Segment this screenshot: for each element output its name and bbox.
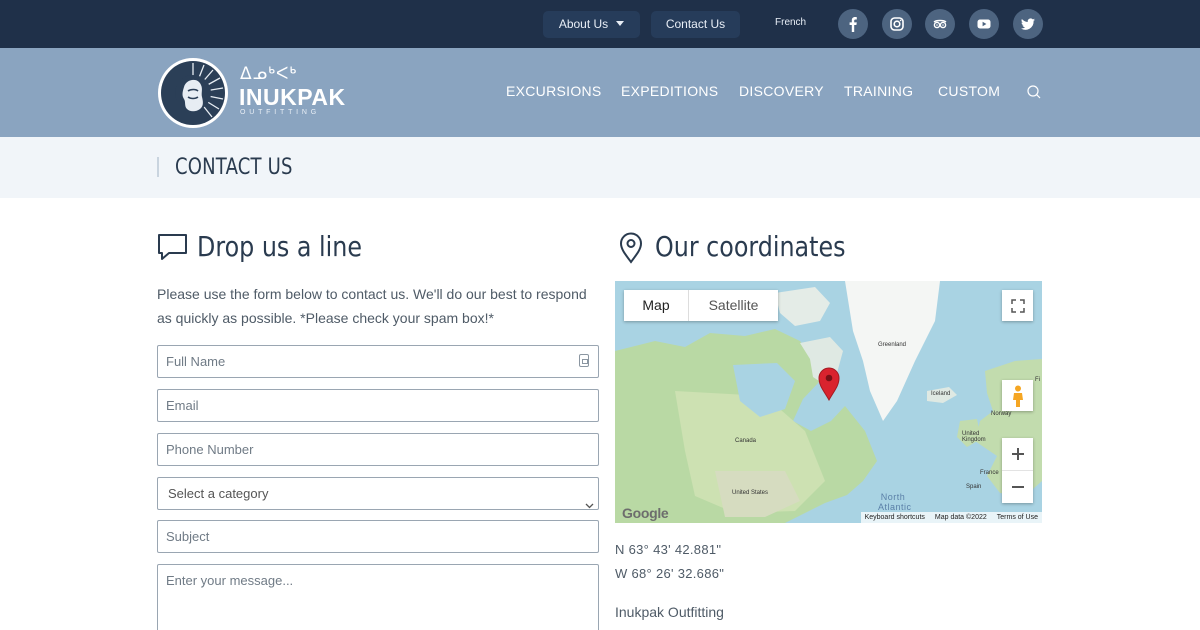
map-label-north-atlantic: North Atlantic — [878, 492, 912, 512]
search-icon[interactable] — [1026, 84, 1042, 105]
brand-syllabics: ᐃᓄᒃᐸᒃ — [240, 64, 298, 83]
phone-input[interactable] — [157, 433, 599, 466]
chat-bubble-icon — [157, 232, 189, 267]
terms-of-use-link[interactable]: Terms of Use — [997, 512, 1038, 523]
map-view-button[interactable]: Map — [624, 290, 689, 321]
contact-us-button[interactable]: Contact Us — [651, 11, 740, 38]
map-label-united-states: United States — [732, 490, 769, 496]
longitude-text: W 68° 26' 32.686" — [615, 566, 725, 581]
contact-us-label: Contact Us — [665, 17, 726, 31]
subject-input[interactable] — [157, 520, 599, 553]
minus-icon — [1011, 485, 1024, 488]
category-select-value: Select a category — [168, 486, 269, 501]
keyboard-shortcuts-link[interactable]: Keyboard shortcuts — [865, 512, 925, 523]
facebook-icon[interactable] — [838, 9, 868, 39]
map-label-france: France — [980, 470, 999, 476]
nav-item-excursions[interactable]: EXCURSIONS — [506, 83, 602, 99]
language-switch-french[interactable]: French — [775, 17, 806, 28]
nav-item-training[interactable]: TRAINING — [844, 83, 913, 99]
chevron-down-icon — [585, 489, 594, 520]
nav-item-custom[interactable]: CUSTOM — [938, 83, 1000, 99]
brand-subtitle: OUTFITTING — [240, 109, 320, 116]
map-type-control: Map Satellite — [624, 290, 778, 321]
google-map[interactable]: Map Satellite Greenland Iceland Norway U… — [615, 281, 1042, 523]
map-label-iceland: Iceland — [931, 391, 951, 397]
satellite-view-button[interactable]: Satellite — [689, 290, 778, 321]
tripadvisor-icon[interactable] — [925, 9, 955, 39]
map-label-finland-partial: Fi — [1035, 377, 1040, 383]
zoom-out-button[interactable] — [1002, 471, 1033, 503]
map-label-greenland: Greenland — [878, 342, 907, 348]
map-label-norway: Norway — [991, 411, 1012, 417]
fullscreen-icon[interactable] — [1002, 290, 1033, 321]
twitter-icon[interactable] — [1013, 9, 1043, 39]
about-us-label: About Us — [558, 17, 609, 31]
chevron-down-icon — [616, 21, 625, 27]
zoom-in-button[interactable] — [1002, 439, 1033, 471]
zoom-control — [1002, 438, 1033, 503]
inukpak-logo[interactable] — [157, 57, 229, 129]
map-label-spain: Spain — [966, 484, 982, 490]
map-data-text: Map data ©2022 — [934, 514, 987, 521]
form-intro-text: Please use the form below to contact us.… — [157, 286, 587, 326]
full-name-input[interactable] — [157, 345, 599, 378]
map-label-united-kingdom: United Kingdom — [962, 431, 986, 443]
form-title: Drop us a line — [197, 230, 362, 263]
youtube-icon[interactable] — [969, 9, 999, 39]
google-logo[interactable]: Google — [622, 505, 669, 521]
plus-icon — [1011, 448, 1024, 460]
email-input[interactable] — [157, 389, 599, 422]
location-marker-icon[interactable] — [818, 367, 840, 406]
category-select[interactable]: Select a category — [157, 477, 599, 510]
top-bar: About Us Contact Us French — [0, 0, 1200, 48]
coordinates-title: Our coordinates — [655, 230, 846, 263]
nav-item-discovery[interactable]: DISCOVERY — [739, 83, 824, 99]
street-view-pegman-icon[interactable] — [1002, 380, 1033, 411]
nav-item-expeditions[interactable]: EXPEDITIONS — [621, 83, 718, 99]
heading-accent-bar — [157, 157, 159, 177]
autofill-contact-icon[interactable] — [579, 354, 589, 367]
brand-name[interactable]: INUKPAK — [239, 84, 346, 111]
instagram-icon[interactable] — [882, 9, 912, 39]
latitude-text: N 63° 43' 42.881" — [615, 542, 722, 557]
company-name: Inukpak Outfitting — [615, 604, 724, 620]
map-footer: Keyboard shortcuts Map data ©2022 Terms … — [860, 512, 1042, 523]
location-pin-icon — [618, 232, 644, 269]
map-label-canada: Canada — [735, 438, 757, 444]
about-us-menu-button[interactable]: About Us — [543, 11, 640, 38]
message-textarea[interactable] — [157, 564, 599, 630]
page-title: CONTACT US — [175, 155, 293, 180]
